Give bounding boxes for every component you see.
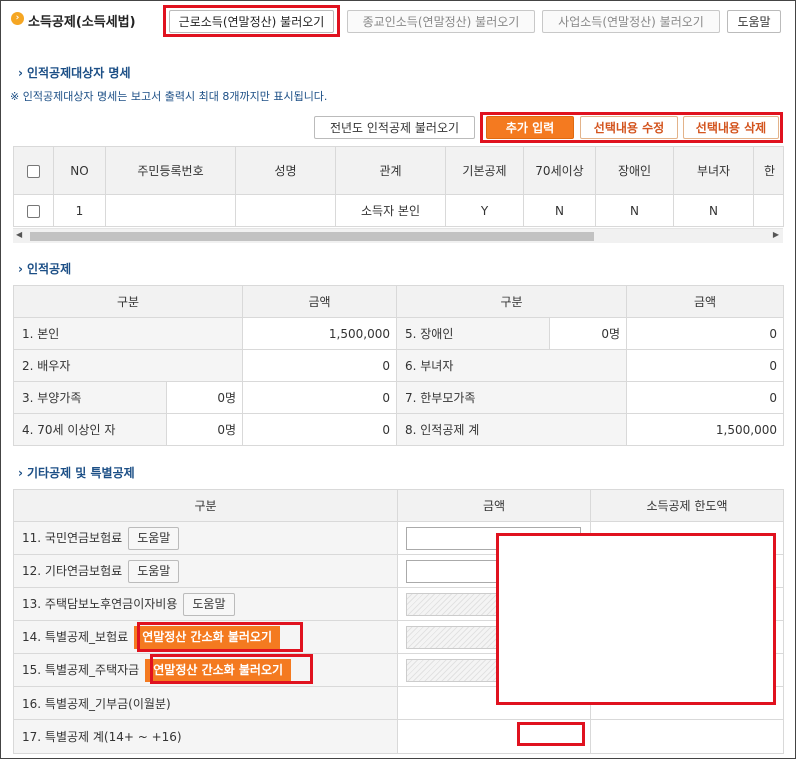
highlight-box	[517, 722, 585, 746]
row-basic: Y	[445, 194, 524, 227]
highlight-box	[163, 5, 340, 37]
col-header: 주민등록번호	[105, 146, 236, 195]
col-header: NO	[53, 146, 106, 195]
row-disabled: N	[595, 194, 674, 227]
select-all-checkbox[interactable]	[27, 164, 40, 178]
chevron-right-icon: ›	[18, 66, 23, 80]
row-label: 6. 부녀자	[396, 349, 627, 382]
personal-section-title: › 인적공제	[18, 262, 72, 276]
scroll-right-icon[interactable]: ▶	[773, 230, 779, 239]
col-header: 관계	[335, 146, 446, 195]
row-label: 11. 국민연금보험료	[22, 530, 123, 545]
scrollbar-thumb[interactable]	[30, 232, 594, 241]
personal-table: 구분 금액 구분 금액 1. 본인 1,500,000 5. 장애인 0명 0 …	[13, 285, 784, 446]
amount-value: 1,500,000	[242, 317, 397, 350]
col-header: 소득공제 한도액	[590, 489, 784, 522]
amount-value: 0	[242, 413, 397, 446]
load-business-income-button[interactable]: 사업소득(연말정산) 불러오기	[542, 10, 720, 33]
row-label: 1. 본인	[13, 317, 243, 350]
col-header: 기본공제	[445, 146, 524, 195]
load-prev-year-button[interactable]: 전년도 인적공제 불러오기	[314, 116, 475, 139]
count-value: 0명	[166, 381, 243, 414]
highlight-box	[150, 654, 313, 684]
help-button[interactable]: 도움말	[128, 526, 180, 550]
row-name	[235, 194, 336, 227]
help-button[interactable]: 도움말	[183, 592, 235, 616]
dependents-section-title: › 인적공제대상자 명세	[18, 66, 131, 80]
row-woman: N	[673, 194, 754, 227]
row-label: 4. 70세 이상인 자	[13, 413, 167, 446]
row-relation: 소득자 본인	[335, 194, 446, 227]
count-value: 0명	[166, 413, 243, 446]
row-no: 1	[53, 194, 106, 227]
row-label: 3. 부양가족	[13, 381, 167, 414]
load-religious-income-button[interactable]: 종교인소득(연말정산) 불러오기	[347, 10, 535, 33]
page-title: 소득공제(소득세법)	[28, 15, 136, 30]
chevron-right-icon: ›	[18, 466, 23, 480]
dependents-note: ※ 인적공제대상자 명세는 보고서 출력시 최대 8개까지만 표시됩니다.	[10, 90, 328, 103]
col-header: 한	[753, 146, 784, 195]
col-header: 구분	[396, 285, 627, 318]
amount-value: 0	[626, 349, 784, 382]
highlight-box	[137, 622, 303, 652]
col-header: 금액	[397, 489, 591, 522]
col-header: 금액	[626, 285, 784, 318]
row-label: 17. 특별공제 계(14+ ~ +16)	[13, 719, 398, 754]
horizontal-scrollbar[interactable]: ◀ ▶	[13, 228, 783, 243]
scroll-left-icon[interactable]: ◀	[16, 230, 22, 239]
select-all-cell	[13, 146, 54, 195]
amount-value: 1,500,000	[626, 413, 784, 446]
col-header: 부녀자	[673, 146, 754, 195]
row-label: 14. 특별공제_보험료	[22, 629, 129, 644]
col-header: 70세이상	[523, 146, 596, 195]
amount-value: 0	[242, 381, 397, 414]
row-label: 15. 특별공제_주택자금	[22, 662, 140, 677]
amount-value: 0	[626, 381, 784, 414]
dependents-table: NO 주민등록번호 성명 관계 기본공제 70세이상 장애인 부녀자 한 1 소…	[13, 146, 784, 227]
table-row[interactable]: 1 소득자 본인 Y N N N	[13, 194, 784, 227]
other-section-title: › 기타공제 및 특별공제	[18, 466, 135, 480]
amount-value: 0	[242, 349, 397, 382]
row-label: 8. 인적공제 계	[396, 413, 627, 446]
col-header: 구분	[13, 285, 243, 318]
col-header: 구분	[13, 489, 398, 522]
section-bullet-icon: ›	[11, 12, 24, 25]
row-label: 2. 배우자	[13, 349, 243, 382]
row-rrn	[105, 194, 236, 227]
row-label: 16. 특별공제_기부금(이월분)	[13, 686, 398, 720]
row-label: 13. 주택담보노후연금이자비용	[22, 596, 178, 611]
row-age70: N	[523, 194, 596, 227]
row-label: 5. 장애인	[396, 317, 550, 350]
col-header: 장애인	[595, 146, 674, 195]
highlight-box	[496, 533, 776, 705]
count-value: 0명	[549, 317, 627, 350]
highlight-box	[480, 112, 783, 143]
row-checkbox[interactable]	[27, 204, 40, 218]
chevron-right-icon: ›	[18, 262, 23, 276]
help-button[interactable]: 도움말	[128, 559, 180, 583]
row-label: 7. 한부모가족	[396, 381, 627, 414]
amount-value: 0	[626, 317, 784, 350]
col-header: 금액	[242, 285, 397, 318]
help-button[interactable]: 도움말	[727, 10, 781, 33]
col-header: 성명	[235, 146, 336, 195]
row-label: 12. 기타연금보험료	[22, 563, 123, 578]
